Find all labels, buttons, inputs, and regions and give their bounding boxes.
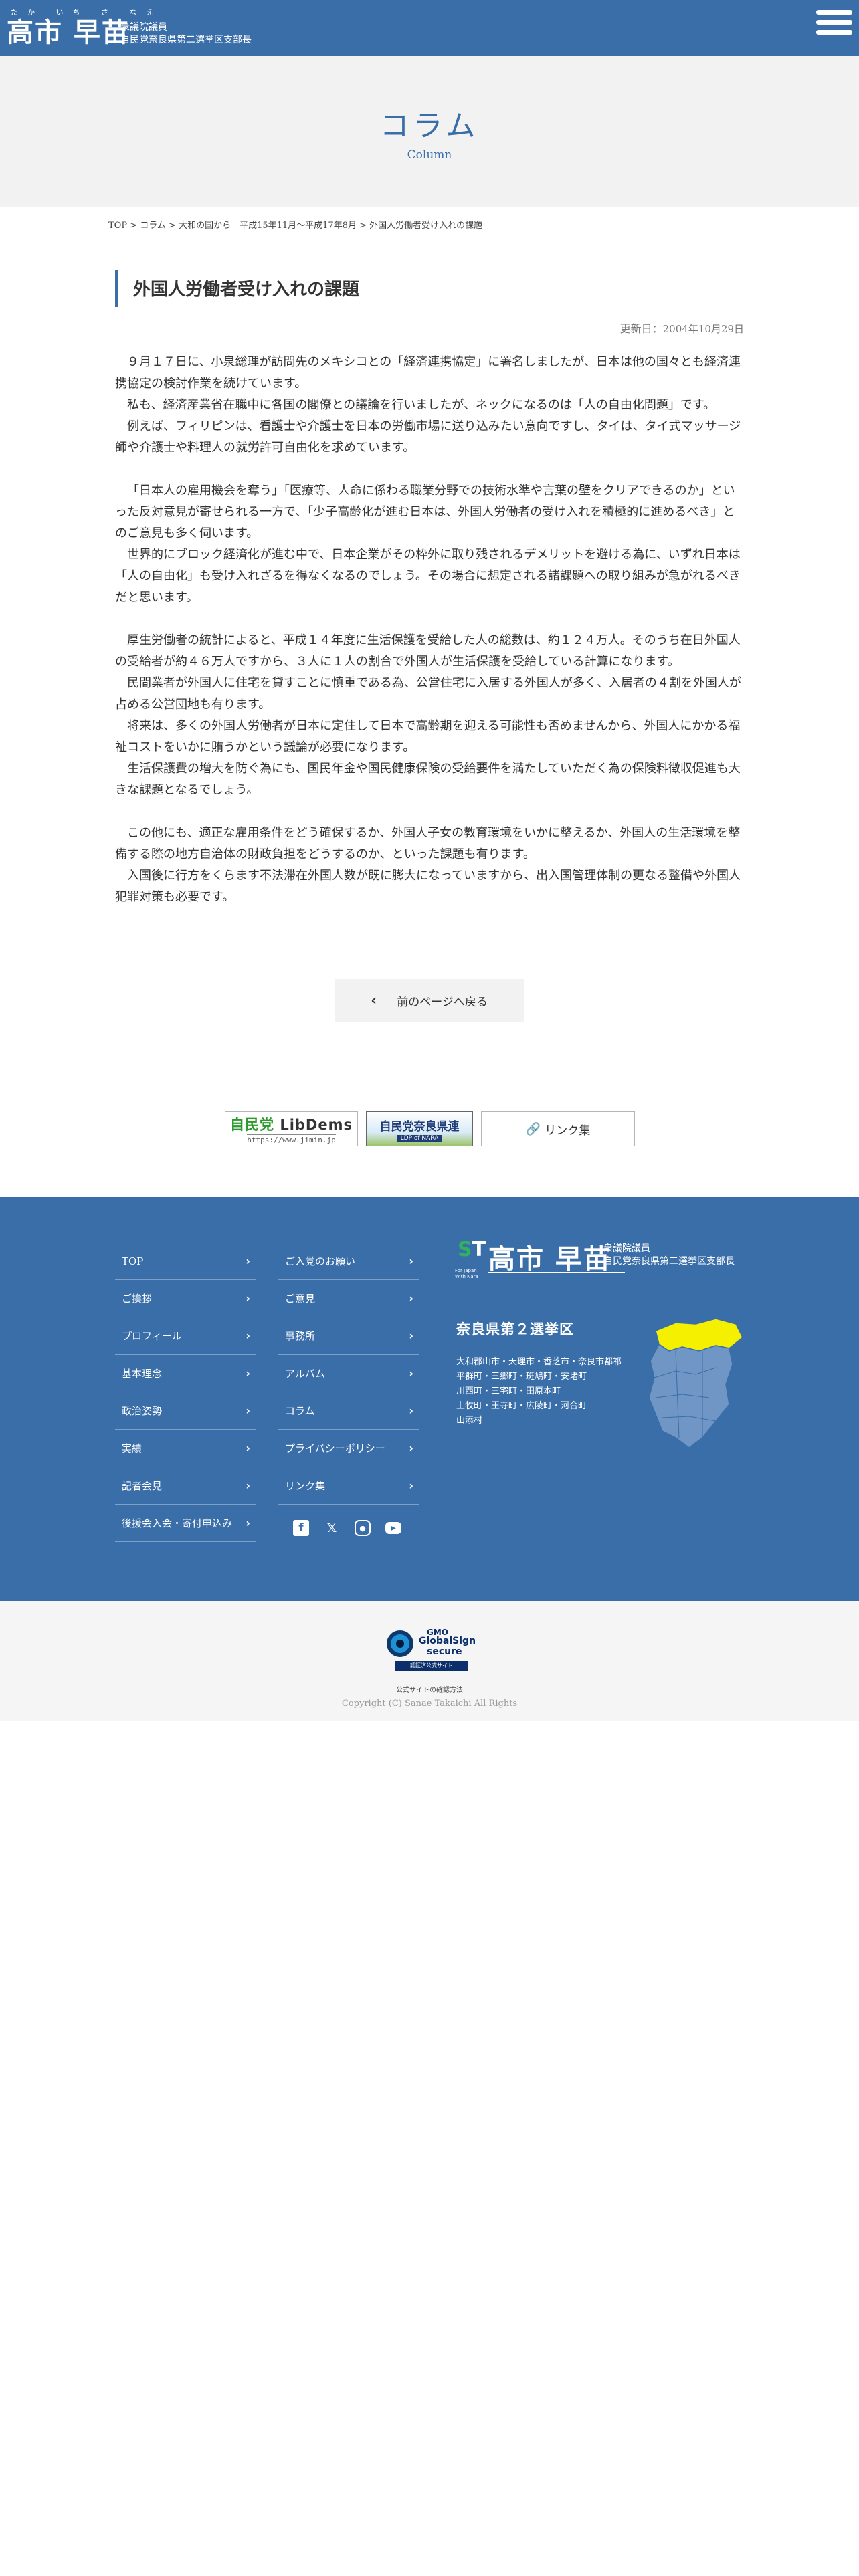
footer-nav-item[interactable]: 記者会見 ›	[115, 1467, 256, 1505]
chevron-right-icon: ›	[409, 1479, 413, 1492]
paragraph: 入国後に行方をくらます不法滞在外国人数が既に膨大になっていますから、出入国管理体…	[115, 869, 741, 904]
page-title: コラム	[379, 109, 480, 143]
chevron-right-icon: ›	[246, 1367, 250, 1380]
instagram-icon[interactable]: ●	[355, 1520, 371, 1536]
footer-nav-item[interactable]: プライバシーポリシー ›	[278, 1430, 419, 1467]
paragraph: 生活保護費の増大を防ぐ為にも、国民年金や国民健康保険の受給要件を満たしていただく…	[115, 762, 741, 797]
facebook-icon[interactable]: f	[293, 1520, 309, 1536]
footer-nav-item[interactable]: 実績 ›	[115, 1430, 256, 1467]
footer-nav-item[interactable]: アルバム ›	[278, 1355, 419, 1392]
footer-nav-item[interactable]: ご意見 ›	[278, 1280, 419, 1317]
paragraph: 「日本人の雇用機会を奪う」「医療等、人命に係わる職業分野での技術水準や言葉の壁を…	[115, 484, 735, 540]
breadcrumb-top[interactable]: TOP	[108, 221, 127, 231]
breadcrumb-current: 外国人労働者受け入れの課題	[369, 221, 483, 231]
paragraph: この他にも、適正な雇用条件をどう確保するか、外国人子女の教育環境をいかに整えるか…	[115, 826, 741, 861]
breadcrumb-column[interactable]: コラム	[140, 221, 166, 231]
st-mark-icon: ST	[458, 1238, 486, 1261]
logo-sub-line-2: 自民党奈良県第二選挙区支部長	[120, 35, 252, 45]
article-title: 外国人労働者受け入れの課題	[115, 270, 744, 307]
footer-logo-name: 高市 早苗	[488, 1244, 611, 1275]
footer-nav-col1: TOP › ご挨拶 › プロフィール › 基本理念 › 政治姿勢 › 実績 › 記者会見 › …	[115, 1243, 256, 1542]
logo-ruby: たか いち さ なえ	[11, 8, 163, 17]
logo-subtitle: 衆議院議員 自民党奈良県第二選挙区支部長	[120, 21, 252, 47]
footer-nav-item[interactable]: コラム ›	[278, 1392, 419, 1430]
hamburger-icon[interactable]	[816, 7, 852, 43]
paragraph: 将来は、多くの外国人労働者が日本に定住して日本で高齢期を迎える可能性も否めません…	[115, 719, 741, 754]
article: 外国人労働者受け入れの課題 更新日：2004年10月29日 ９月１７日に、小泉総…	[115, 270, 744, 908]
chevron-right-icon: ›	[409, 1367, 413, 1380]
footer-nav-item[interactable]: プロフィール ›	[115, 1317, 256, 1355]
logo-tagline: For Japan With Nara	[455, 1268, 478, 1279]
footer-nav-item[interactable]: TOP ›	[115, 1243, 256, 1280]
chevron-right-icon: ›	[246, 1292, 250, 1305]
footer-nav-item[interactable]: 後援会入会・寄付申込み ›	[115, 1505, 256, 1542]
footer-nav-item[interactable]: ご挨拶 ›	[115, 1280, 256, 1317]
chevron-right-icon: ›	[246, 1404, 250, 1417]
page-hero: コラム Column	[0, 56, 859, 207]
breadcrumb-series[interactable]: 大和の国から 平成15年11月～平成17年8月	[179, 221, 357, 231]
link-icon: 🔗	[525, 1121, 541, 1136]
update-date: 更新日：2004年10月29日	[619, 322, 744, 335]
jimin-banner[interactable]: 自民党 LibDems https://www.jimin.jp	[225, 1111, 358, 1146]
footer-logo-subtitle: 衆議院議員 自民党奈良県第二選挙区支部長	[603, 1243, 735, 1267]
banner-row: 自民党 LibDems https://www.jimin.jp 自民党奈良県連…	[225, 1111, 635, 1146]
footer-nav-item[interactable]: ご入党のお願い ›	[278, 1243, 419, 1280]
chevron-right-icon: ›	[246, 1442, 250, 1455]
back-button-label: 前のページへ戻る	[397, 995, 488, 1009]
globalsign-logo-icon	[387, 1630, 413, 1657]
globalsign-seal[interactable]: GMO GlobalSign secure 認証済公式サイト	[387, 1628, 476, 1673]
chevron-left-icon: ‹	[371, 992, 377, 1009]
chevron-right-icon: ›	[409, 1442, 413, 1455]
page-subtitle: Column	[407, 148, 452, 162]
paragraph: 世界的にブロック経済化が進む中で、日本企業がその枠外に取り残されるデメリットを避…	[115, 548, 741, 605]
article-body: ９月１７日に、小泉総理が訪問先のメキシコとの「経済連携協定」に署名しましたが、日…	[115, 352, 744, 908]
chevron-right-icon: ›	[246, 1479, 250, 1492]
paragraph: 厚生労働者の統計によると、平成１４年度に生活保護を受給した人の総数は、約１２４万…	[115, 633, 741, 669]
bottom-bar: GMO GlobalSign secure 認証済公式サイト 公式サイトの確認方…	[0, 1601, 859, 1721]
footer-nav-item[interactable]: 政治姿勢 ›	[115, 1392, 256, 1430]
paragraph: 私も、経済産業省在職中に各国の閣僚との議論を行いましたが、ネックになるのは「人の…	[127, 398, 716, 412]
site-footer: TOP › ご挨拶 › プロフィール › 基本理念 › 政治姿勢 › 実績 › 記者会見 › …	[0, 1197, 859, 1601]
paragraph: 例えば、フィリピンは、看護士や介護士を日本の労働市場に送り込みたい意向ですし、タ…	[115, 419, 741, 455]
paragraph: 民間業者が外国人に住宅を貸すことに慎重である為、公営住宅に入居する外国人が多く、…	[115, 676, 741, 712]
chevron-right-icon: ›	[409, 1255, 413, 1267]
social-links: f 𝕏 ● ▶	[293, 1520, 401, 1536]
chevron-right-icon: ›	[409, 1404, 413, 1417]
back-button[interactable]: ‹ 前のページへ戻る	[335, 979, 524, 1022]
chevron-right-icon: ›	[246, 1517, 250, 1529]
chevron-right-icon: ›	[246, 1255, 250, 1267]
paragraph: ９月１７日に、小泉総理が訪問先のメキシコとの「経済連携協定」に署名しましたが、日…	[115, 355, 741, 391]
nara-ldp-banner[interactable]: 自民党奈良県連 LDP of NARA	[366, 1111, 473, 1146]
verify-link[interactable]: 公式サイトの確認方法	[0, 1684, 859, 1694]
chevron-right-icon: ›	[409, 1329, 413, 1342]
footer-nav-item[interactable]: リンク集 ›	[278, 1467, 419, 1505]
copyright: Copyright (C) Sanae Takaichi All Rights	[341, 1699, 518, 1709]
footer-nav-item[interactable]: 事務所 ›	[278, 1317, 419, 1355]
footer-nav-col2: ご入党のお願い › ご意見 › 事務所 › アルバム › コラム › プライバシーポリシー…	[278, 1243, 419, 1505]
site-header: たか いち さ なえ 高市 早苗 衆議院議員 自民党奈良県第二選挙区支部長	[0, 0, 859, 56]
footer-nav-item[interactable]: 基本理念 ›	[115, 1355, 256, 1392]
district-title: 奈良県第２選挙区	[456, 1321, 574, 1337]
x-icon[interactable]: 𝕏	[324, 1520, 340, 1536]
chevron-right-icon: ›	[409, 1292, 413, 1305]
links-banner[interactable]: 🔗 リンク集	[481, 1111, 635, 1146]
district-cities: 大和郡山市・天理市・香芝市・奈良市都祁 平群町・三郷町・斑鳩町・安堵町 川西町・…	[456, 1357, 622, 1426]
breadcrumb: TOP > コラム > 大和の国から 平成15年11月～平成17年8月 > 外国…	[108, 221, 483, 231]
nara-district-map	[648, 1318, 743, 1448]
youtube-icon[interactable]: ▶	[385, 1522, 401, 1534]
chevron-right-icon: ›	[246, 1329, 250, 1342]
logo-sub-line-1: 衆議院議員	[120, 22, 167, 33]
